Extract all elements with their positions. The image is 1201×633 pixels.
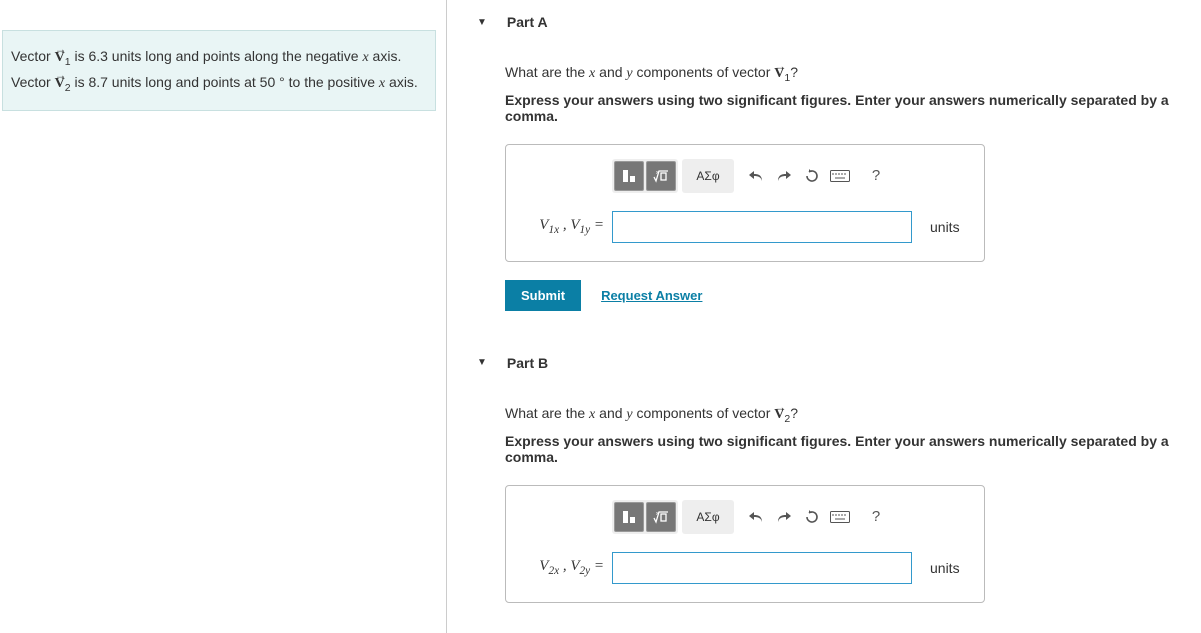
keyboard-icon[interactable] xyxy=(826,161,854,191)
part-a-answer-frame: x ΑΣφ ? xyxy=(505,144,985,262)
request-answer-link[interactable]: Request Answer xyxy=(601,288,702,303)
answer-panel: ▼ Part A What are the x and y components… xyxy=(447,0,1201,633)
radical-icon[interactable]: x xyxy=(646,502,676,532)
chevron-down-icon: ▼ xyxy=(477,17,487,28)
part-b-units: units xyxy=(930,560,960,576)
problem-statement: Vector V1 is 6.3 units long and points a… xyxy=(2,30,436,111)
part-b-header[interactable]: ▼ Part B xyxy=(477,341,1201,385)
help-icon[interactable]: ? xyxy=(862,161,890,191)
submit-button[interactable]: Submit xyxy=(505,280,581,311)
part-b-instruction: Express your answers using two significa… xyxy=(505,433,1201,465)
template-icon[interactable] xyxy=(614,502,644,532)
part-b-answer-frame: x ΑΣφ ? xyxy=(505,485,985,603)
redo-icon[interactable] xyxy=(770,502,798,532)
part-a-toolbar: x ΑΣφ ? xyxy=(612,159,968,193)
part-a-title: Part A xyxy=(507,14,548,30)
chevron-down-icon: ▼ xyxy=(477,357,487,368)
reset-icon[interactable] xyxy=(798,161,826,191)
undo-icon[interactable] xyxy=(742,502,770,532)
part-b-answer-label: V2x , V2y = xyxy=(522,558,604,577)
problem-panel: Vector V1 is 6.3 units long and points a… xyxy=(0,0,447,633)
part-a-answer-label: V1x , V1y = xyxy=(522,217,604,236)
part-b-question: What are the x and y components of vecto… xyxy=(505,405,1201,425)
part-a-question: What are the x and y components of vecto… xyxy=(505,64,1201,84)
part-b-toolbar: x ΑΣφ ? xyxy=(612,500,968,534)
part-a-units: units xyxy=(930,219,960,235)
part-a-header[interactable]: ▼ Part A xyxy=(477,0,1201,44)
part-b-title: Part B xyxy=(507,355,548,371)
greek-button[interactable]: ΑΣφ xyxy=(684,161,732,191)
part-b-answer-input[interactable] xyxy=(612,552,912,584)
redo-icon[interactable] xyxy=(770,161,798,191)
part-a-body: What are the x and y components of vecto… xyxy=(477,64,1201,341)
radical-icon[interactable]: x xyxy=(646,161,676,191)
template-icon[interactable] xyxy=(614,161,644,191)
help-icon[interactable]: ? xyxy=(862,502,890,532)
keyboard-icon[interactable] xyxy=(826,502,854,532)
reset-icon[interactable] xyxy=(798,502,826,532)
greek-button[interactable]: ΑΣφ xyxy=(684,502,732,532)
undo-icon[interactable] xyxy=(742,161,770,191)
part-a-answer-input[interactable] xyxy=(612,211,912,243)
part-a-instruction: Express your answers using two significa… xyxy=(505,92,1201,124)
part-b-body: What are the x and y components of vecto… xyxy=(477,405,1201,633)
